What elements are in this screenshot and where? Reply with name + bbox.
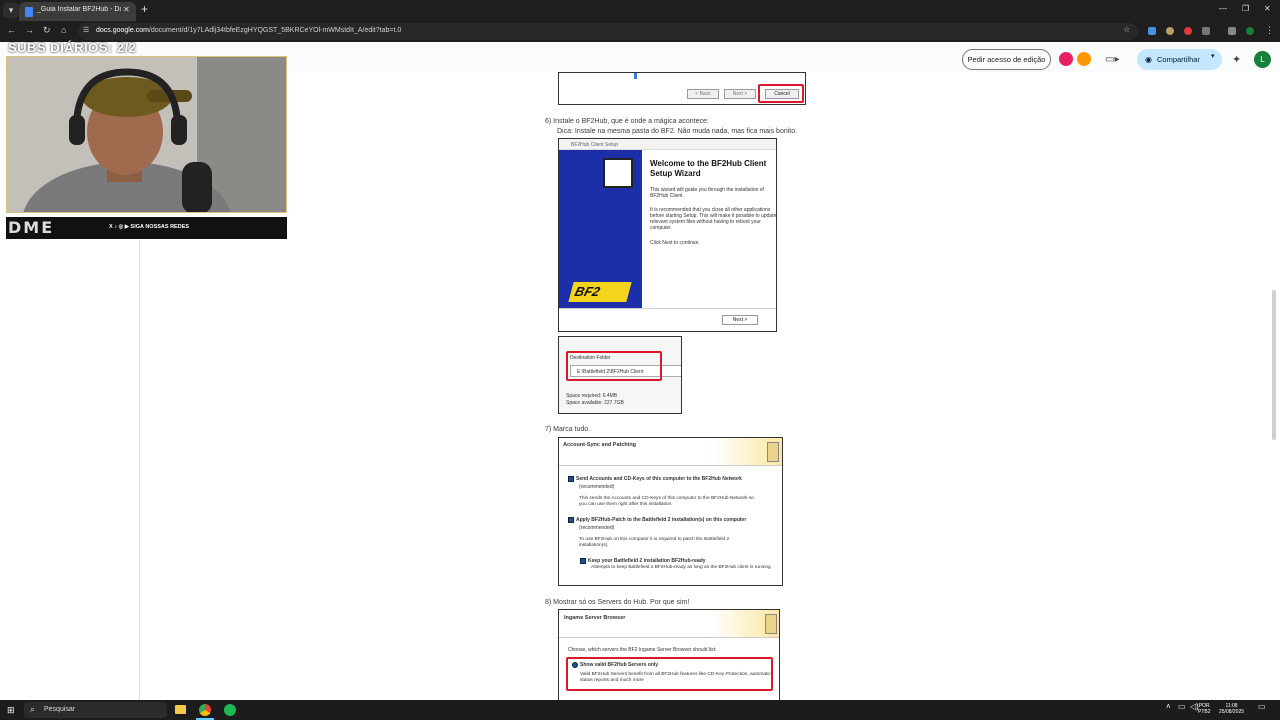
file-explorer-icon[interactable] [175, 705, 186, 714]
windows-taskbar: ⊞ ⌕ Pesquisar ˄ ▭ ◁) POR PTB2 11:08 25/08/… [0, 700, 1280, 720]
step-8-title: 8) Mostrar só os Servers do Hub. Por que… [545, 599, 690, 606]
installer-buttons-screenshot: < Back Next > Cancel [558, 72, 806, 105]
spotify-icon[interactable] [224, 704, 236, 716]
notifications-icon[interactable]: ▭ [1258, 703, 1266, 711]
account-avatar[interactable]: L [1254, 51, 1271, 68]
next-button: Next > [724, 89, 756, 99]
collaborator-avatar-icon[interactable] [1059, 52, 1073, 66]
share-dropdown-icon[interactable]: ▾ [1211, 52, 1215, 60]
checkbox-apply-patch [568, 517, 574, 523]
wizard-text-1: This wizard will guide you through the i… [650, 187, 764, 199]
server-question: Choose, which servers the BF2 Ingame Ser… [568, 647, 717, 653]
profile-avatar-icon[interactable] [1246, 27, 1254, 35]
tray-overflow-icon[interactable]: ˄ [1166, 703, 1171, 711]
server-browser-screenshot: Ingame Server Browser Choose, which serv… [558, 609, 780, 700]
space-available: Space available: 227.7GB [566, 400, 624, 406]
browser-tab[interactable]: _Guia Instalar BF2Hub - Docum ✕ [19, 2, 136, 21]
site-info-icon[interactable]: ☰ [83, 26, 89, 34]
option-description: Attempts to keep Battlefield 2 BF2Hub-re… [591, 565, 771, 570]
wizard-side-banner: BF2 [559, 150, 642, 308]
setup-wizard-screenshot: BF2Hub Client Setup BF2 Welcome to the B… [558, 138, 777, 332]
tray-display-icon[interactable]: ▭ [1178, 703, 1186, 711]
step-6-title: 6) Instale o BF2Hub, que é onde a mágica… [545, 118, 709, 125]
new-tab-button[interactable]: + [141, 2, 148, 16]
page-margin-line [139, 240, 140, 700]
sync-header: Account-Sync and Patching [559, 438, 782, 466]
wizard-text-2: It is recommended that you close all oth… [650, 207, 777, 231]
checkbox-send-accounts [568, 476, 574, 482]
extension-record-icon[interactable] [1184, 27, 1192, 35]
installer-box-icon [603, 158, 633, 188]
extension-translate-icon[interactable] [1148, 27, 1156, 35]
installer-box-icon [765, 614, 777, 634]
language-indicator[interactable]: POR PTB2 [1198, 703, 1211, 715]
share-button[interactable]: ◉ Compartilhar [1137, 49, 1222, 70]
bookmark-star-icon[interactable]: ☆ [1123, 25, 1130, 34]
space-required: Space required: 6.4MB [566, 393, 618, 399]
forward-icon[interactable]: → [25, 25, 34, 35]
doc-scrollbar[interactable] [1272, 290, 1276, 440]
browser-toolbar: ← → ↻ ⌂ ☰ docs.google.com/document/d/1y7… [0, 21, 1280, 42]
checkbox-keep-ready [580, 558, 586, 564]
option-description: To use BF2Hub on this computer it is req… [579, 537, 730, 548]
destination-folder-screenshot: Destination Folder E:\Battlefield 2\BF2H… [558, 336, 682, 414]
option-apply-patch: Apply BF2Hub-Patch to the Battlefield 2 … [576, 517, 747, 523]
minimize-icon[interactable]: — [1219, 4, 1227, 13]
taskbar-search[interactable]: ⌕ Pesquisar [24, 702, 167, 718]
clock[interactable]: 11:08 25/08/2025 [1219, 703, 1244, 715]
address-bar[interactable]: ☰ docs.google.com/document/d/1y7LAdlj34t… [78, 23, 1138, 40]
server-header: Ingame Server Browser [559, 610, 779, 638]
option-recommended: (recommended) [579, 525, 615, 531]
wizard-heading: Welcome to the BF2Hub Client Setup Wizar… [650, 159, 767, 178]
webcam-overlay [6, 56, 287, 213]
overlay-title: SUBS DIÁRIOS: 2/2 [8, 40, 137, 55]
request-edit-access-button[interactable]: Pedir acesso de edição [962, 49, 1051, 70]
option-description: This sends the Accounts and CD-Keys of t… [579, 496, 754, 507]
downloads-icon[interactable] [1228, 27, 1236, 35]
collaborator-avatar-icon[interactable] [1077, 52, 1091, 66]
extension-icon[interactable] [1166, 27, 1174, 35]
wizard-text-3: Click Next to continue. [650, 240, 700, 246]
meet-video-icon[interactable]: ▭▸ [1105, 54, 1119, 65]
installer-box-icon [767, 442, 779, 462]
step-6-tip: Dica: Instale na mesma pasta do BF2. Não… [557, 128, 798, 135]
follow-socials-text: X ♪ ◎ ▶ SIGA NOSSAS REDES [109, 224, 190, 230]
chrome-menu-icon[interactable]: ⋮ [1265, 25, 1274, 36]
streamer-webcam-image [7, 57, 286, 212]
wizard-next-button: Next > [722, 315, 758, 325]
gemini-sparkle-icon[interactable]: ✦ [1232, 53, 1241, 66]
back-button: < Back [687, 89, 719, 99]
bf2-logo: BF2 [568, 282, 632, 302]
step-7-title: 7) Marca tudo. [545, 426, 591, 433]
tab-close-icon[interactable]: ✕ [123, 5, 130, 14]
tab-title: _Guia Instalar BF2Hub - Docum [37, 6, 121, 13]
progress-fragment [634, 73, 637, 79]
highlight-box [758, 84, 804, 103]
chrome-icon[interactable] [199, 704, 211, 716]
brand-logo: DME [8, 218, 55, 237]
reload-icon[interactable]: ↻ [43, 25, 51, 36]
home-icon[interactable]: ⌂ [61, 25, 66, 35]
back-icon[interactable]: ← [7, 25, 16, 35]
wizard-title-bar: BF2Hub Client Setup [559, 139, 776, 150]
maximize-icon[interactable]: ❐ [1242, 4, 1249, 13]
tab-search-icon[interactable]: ▾ [3, 3, 19, 18]
close-window-icon[interactable]: ✕ [1264, 4, 1271, 13]
docs-favicon-icon [25, 7, 33, 17]
account-sync-screenshot: Account-Sync and Patching Send Accounts … [558, 437, 783, 586]
option-recommended: (recommended) [579, 484, 615, 490]
option-send-accounts: Send Accounts and CD-Keys of this comput… [576, 476, 742, 482]
url-text: docs.google.com/document/d/1y7LAdlj34tbf… [96, 27, 402, 34]
extensions-puzzle-icon[interactable] [1202, 27, 1210, 35]
globe-icon: ◉ [1145, 55, 1152, 64]
stream-banner: DME X ♪ ◎ ▶ SIGA NOSSAS REDES [6, 217, 287, 239]
windows-start-icon[interactable]: ⊞ [7, 705, 15, 716]
search-icon: ⌕ [30, 704, 36, 714]
browser-tab-bar: ▾ _Guia Instalar BF2Hub - Docum ✕ + — ❐ … [0, 0, 1280, 21]
highlight-box [566, 351, 662, 381]
highlight-box [566, 657, 773, 691]
divider [559, 308, 776, 309]
option-keep-ready: Keep your Battlefield 2 installation BF2… [588, 558, 706, 564]
